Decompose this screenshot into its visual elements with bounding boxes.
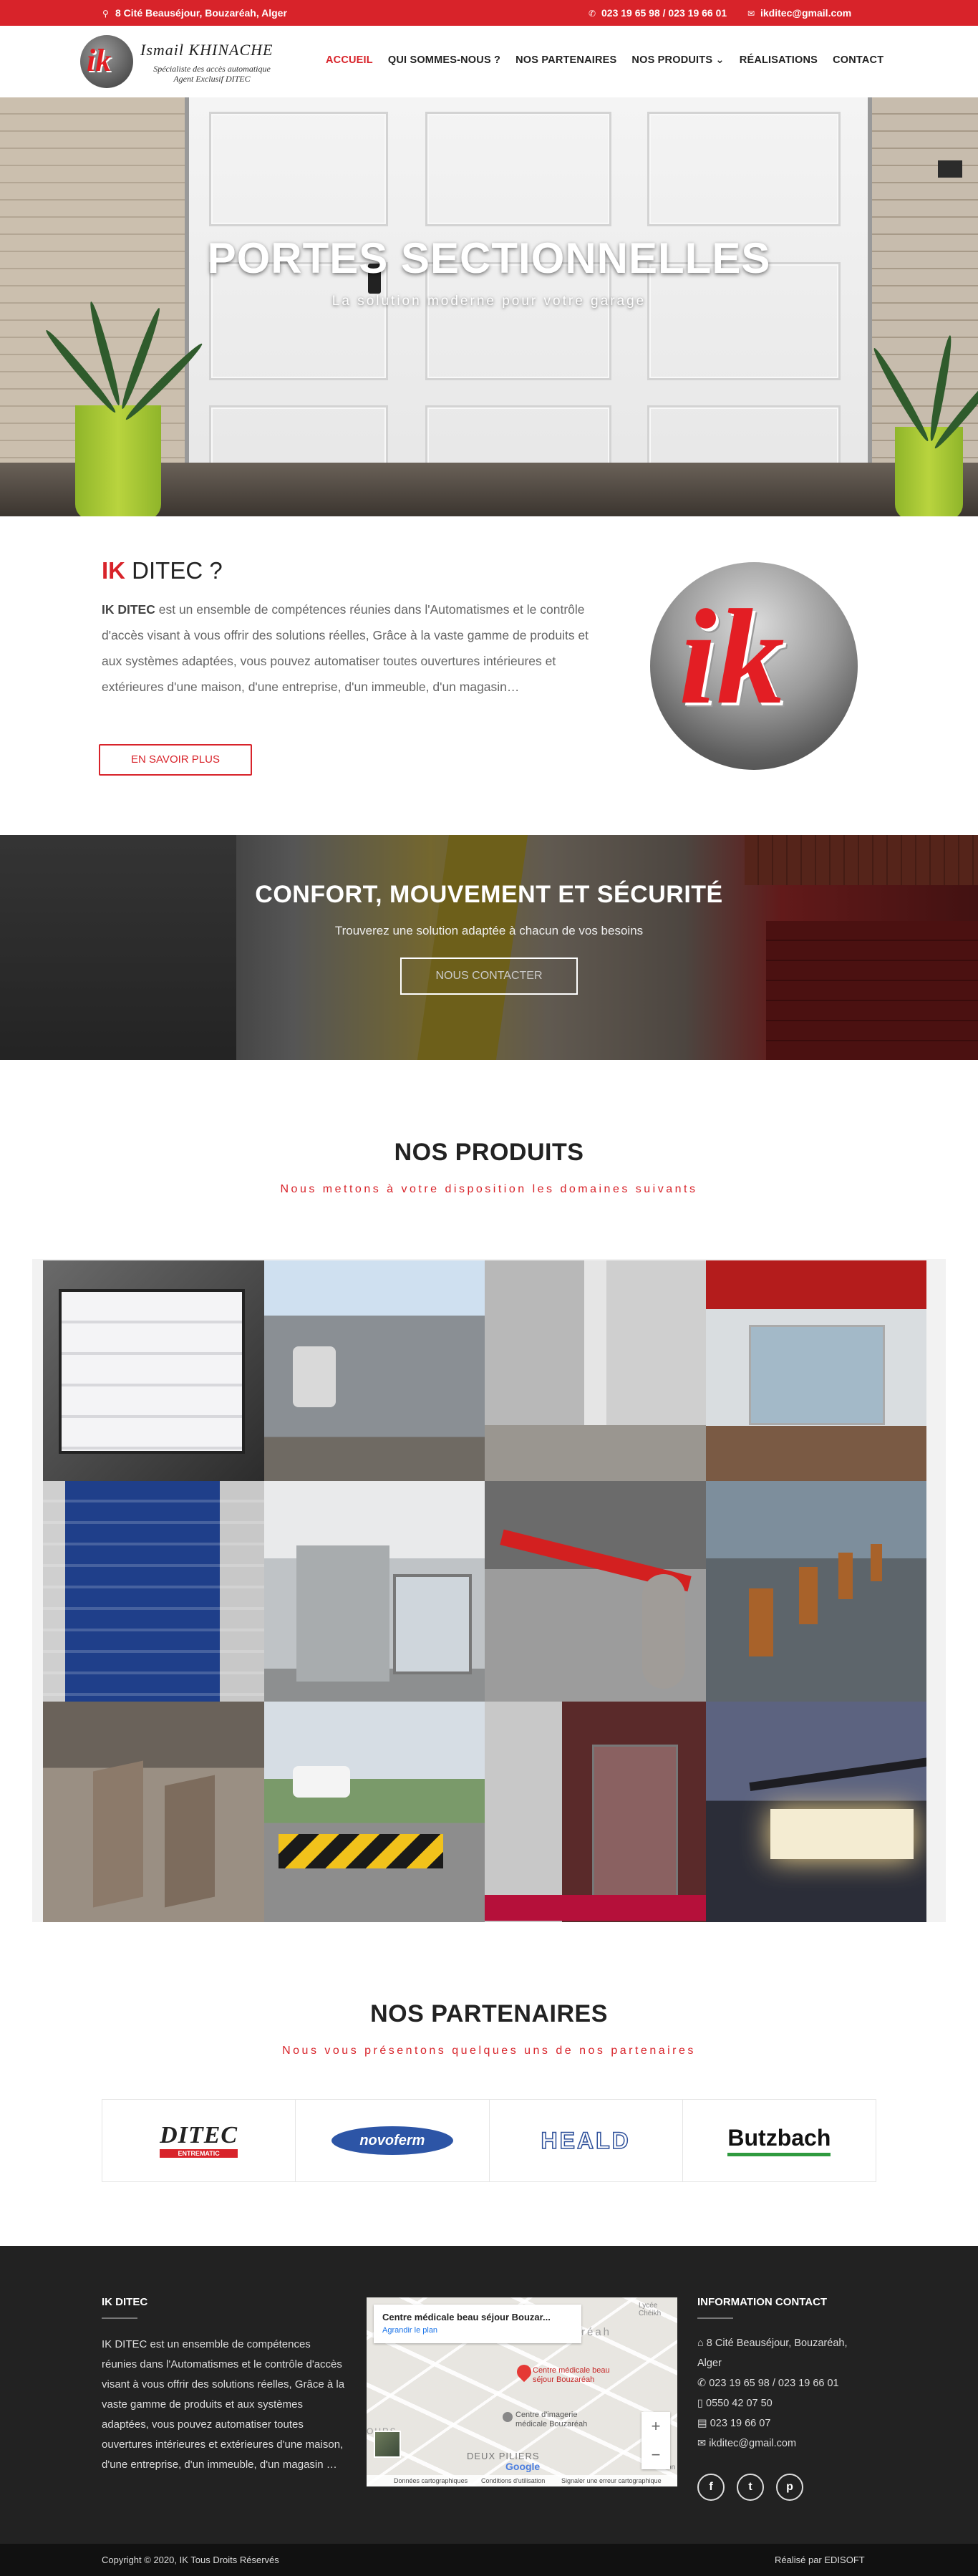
google-map[interactable]: Centre médicale beau séjour Bouzar... Ag… [367,2297,677,2486]
hero-slider: PORTES SECTIONNELLES La solution moderne… [0,97,978,516]
fax-icon: ▤ [697,2418,710,2429]
footer: IK DITEC IK DITEC est un ensemble de com… [0,2246,978,2544]
main-menu: ACCUEIL QUI SOMMES-NOUS ? NOS PARTENAIRE… [326,54,899,66]
envelope-icon: ✉ [747,9,755,19]
menu-item-qui-sommes-nous[interactable]: QUI SOMMES-NOUS ? [388,54,500,66]
cta-text: Trouverez une solution adaptée à chacun … [334,924,644,937]
topbar-phones[interactable]: ✆ 023 19 65 98 / 023 19 66 01 [589,7,727,19]
map-satellite-thumbnail[interactable] [374,2431,401,2458]
plant-pot-right [895,427,963,516]
phone-icon: ✆ [589,9,596,19]
map-place-card: Centre médicale beau séjour Bouzar... Ag… [374,2305,581,2343]
footer-contact-title: INFORMATION CONTACT [697,2296,828,2308]
menu-item-nos-partenaires[interactable]: NOS PARTENAIRES [515,54,616,66]
product-tile-automatic-door[interactable] [485,1260,706,1481]
zoom-out-button[interactable]: − [641,2441,670,2469]
product-tile-sectional-door[interactable] [43,1260,264,1481]
product-tile-revolving-door[interactable] [485,1702,706,1922]
credit-text[interactable]: Réalisé par EDISOFT [775,2555,865,2565]
cta-banner: CONFORT, MOUVEMENT ET SÉCURITÉ Trouverez… [0,835,978,1060]
products-subtitle: Nous mettons à votre disposition les dom… [280,1183,698,1195]
product-tile-road-blocker[interactable] [263,1702,485,1922]
main-navbar: ik Ismail KHINACHE Spécialiste des accès… [0,26,978,97]
pinterest-icon[interactable]: p [776,2474,803,2501]
partner-heald[interactable]: HEALD [490,2100,683,2181]
map-legal-bar: Données cartographiques Conditions d'uti… [367,2475,677,2486]
map-zoom-control: + − [641,2412,670,2469]
learn-more-button[interactable]: EN SAVOIR PLUS [99,744,252,776]
plant-pot-left [75,405,161,516]
partners-carousel: DITEC ENTREMATIC novoferm HEALD Butzbach [102,2099,876,2182]
product-tile-night-entrance[interactable] [705,1702,926,1922]
facebook-icon[interactable]: f [697,2474,725,2501]
menu-item-nos-produits[interactable]: NOS PRODUITS ⌄ [631,54,724,66]
ik-logo-image: ik [650,562,858,770]
about-text: IK DITEC est un ensemble de compétences … [102,602,589,694]
footer-contact-info: ⌂ 8 Cité Beauséjour, Bouzaréah, Alger ✆ … [697,2338,848,2449]
top-bar: ⚲ 8 Cité Beauséjour, Bouzaréah, Alger ✆ 02… [0,0,978,26]
hero-title: PORTES SECTIONNELLES [207,234,771,282]
partner-ditec[interactable]: DITEC ENTREMATIC [102,2100,296,2181]
zoom-in-button[interactable]: + [641,2412,670,2441]
mobile-icon: ▯ [697,2398,707,2409]
partners-subtitle: Nous vous présentons quelques uns de nos… [282,2045,696,2057]
menu-item-contact[interactable]: CONTACT [833,54,883,66]
product-tile-fire-door[interactable] [263,1481,485,1702]
hero-subtitle: La solution moderne pour votre garage [331,294,647,309]
partner-butzbach[interactable]: Butzbach [683,2100,876,2181]
partners-title: NOS PARTENAIRES [370,2000,608,2027]
product-tile-sliding-gate[interactable] [263,1260,485,1481]
phone-icon: ✆ [697,2378,710,2389]
product-tile-barrier[interactable] [485,1481,706,1702]
logo-tagline: Spécialiste des accès automatique Agent E… [153,64,271,84]
logo-name: Ismail KHINACHE [140,41,273,59]
partner-novoferm[interactable]: novoferm [296,2100,490,2181]
about-title: IK DITEC ? [102,557,223,584]
cta-title: CONFORT, MOUVEMENT ET SÉCURITÉ [255,881,723,908]
product-tile-bollards[interactable] [705,1481,926,1702]
copyright-text: Copyright © 2020, IK Tous Droits Réservé… [102,2555,279,2565]
google-wordmark: Google [505,2461,541,2472]
site-logo[interactable]: ik Ismail KHINACHE Spécialiste des accès… [80,32,295,91]
wall-lamp [938,160,962,178]
contact-us-button[interactable]: NOUS CONTACTER [400,957,578,995]
envelope-icon: ✉ [697,2438,710,2449]
bottom-bar: Copyright © 2020, IK Tous Droits Réservé… [0,2544,978,2576]
about-section: IK DITEC ? IK DITEC est un ensemble de c… [0,516,978,835]
logo-badge: ik [80,35,133,88]
enlarge-map-link[interactable]: Agrandir le plan [382,2326,437,2335]
menu-item-accueil[interactable]: ACCUEIL [326,54,373,66]
product-tile-rapid-door[interactable] [43,1481,264,1702]
products-grid [32,1259,946,1922]
menu-item-realisations[interactable]: RÉALISATIONS [740,54,818,66]
home-icon: ⌂ [697,2338,707,2349]
map-poi-icon [503,2412,513,2422]
product-tile-glass-entrance[interactable] [705,1260,926,1481]
map-marker-icon: ⚲ [102,9,109,19]
topbar-email[interactable]: ✉ ikditec@gmail.com [747,7,851,19]
footer-about-text: IK DITEC est un ensemble de compétences … [102,2338,345,2471]
products-title: NOS PRODUITS [394,1139,584,1166]
product-tile-turnstile[interactable] [43,1702,264,1922]
twitter-icon[interactable]: t [737,2474,764,2501]
topbar-address: ⚲ 8 Cité Beauséjour, Bouzaréah, Alger [102,7,287,19]
footer-about-title: IK DITEC [102,2296,148,2308]
